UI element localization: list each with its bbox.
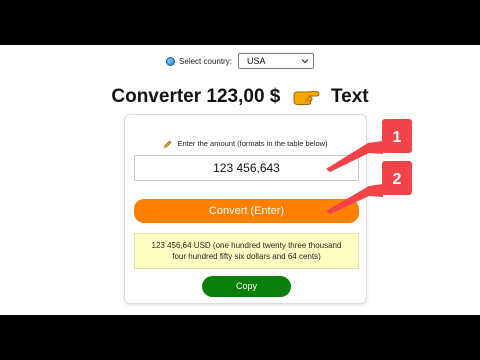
page-title-main: Converter 123,00 $ bbox=[111, 86, 281, 107]
amount-input[interactable]: 123 456,643 bbox=[134, 155, 359, 181]
country-select[interactable]: USA bbox=[237, 53, 314, 69]
country-selector-row: Select country: USA bbox=[0, 53, 480, 69]
page-title-suffix: Text bbox=[330, 86, 369, 107]
app-frame: Select country: USA Converter 123,00 $ T… bbox=[0, 45, 480, 315]
pointing-hand-icon bbox=[293, 90, 320, 105]
page-title: Converter 123,00 $ Text bbox=[0, 86, 480, 108]
callout-1-box bbox=[382, 119, 412, 153]
copy-button[interactable]: Copy bbox=[202, 276, 291, 297]
pencil-icon bbox=[163, 140, 172, 148]
converter-card: Enter the amount (formats in the table b… bbox=[124, 114, 367, 304]
country-select-value: USA bbox=[246, 56, 266, 66]
country-label: Select country: bbox=[179, 56, 232, 66]
callout-2-number: 2 bbox=[393, 171, 402, 188]
globe-icon bbox=[166, 56, 176, 66]
amount-label-row: Enter the amount (formats in the table b… bbox=[125, 139, 366, 149]
callout-1-number: 1 bbox=[393, 129, 402, 146]
amount-label: Enter the amount (formats in the table b… bbox=[177, 139, 328, 148]
chevron-down-icon bbox=[301, 59, 309, 64]
result-line-2: four hundred fifty six dollars and 64 ce… bbox=[172, 252, 321, 261]
result-line-1: 123 456,64 USD (one hundred twenty three… bbox=[151, 241, 342, 250]
callout-2-box bbox=[382, 161, 412, 195]
convert-button[interactable]: Convert (Enter) bbox=[134, 199, 359, 223]
result-output: 123 456,64 USD (one hundred twenty three… bbox=[134, 233, 359, 269]
